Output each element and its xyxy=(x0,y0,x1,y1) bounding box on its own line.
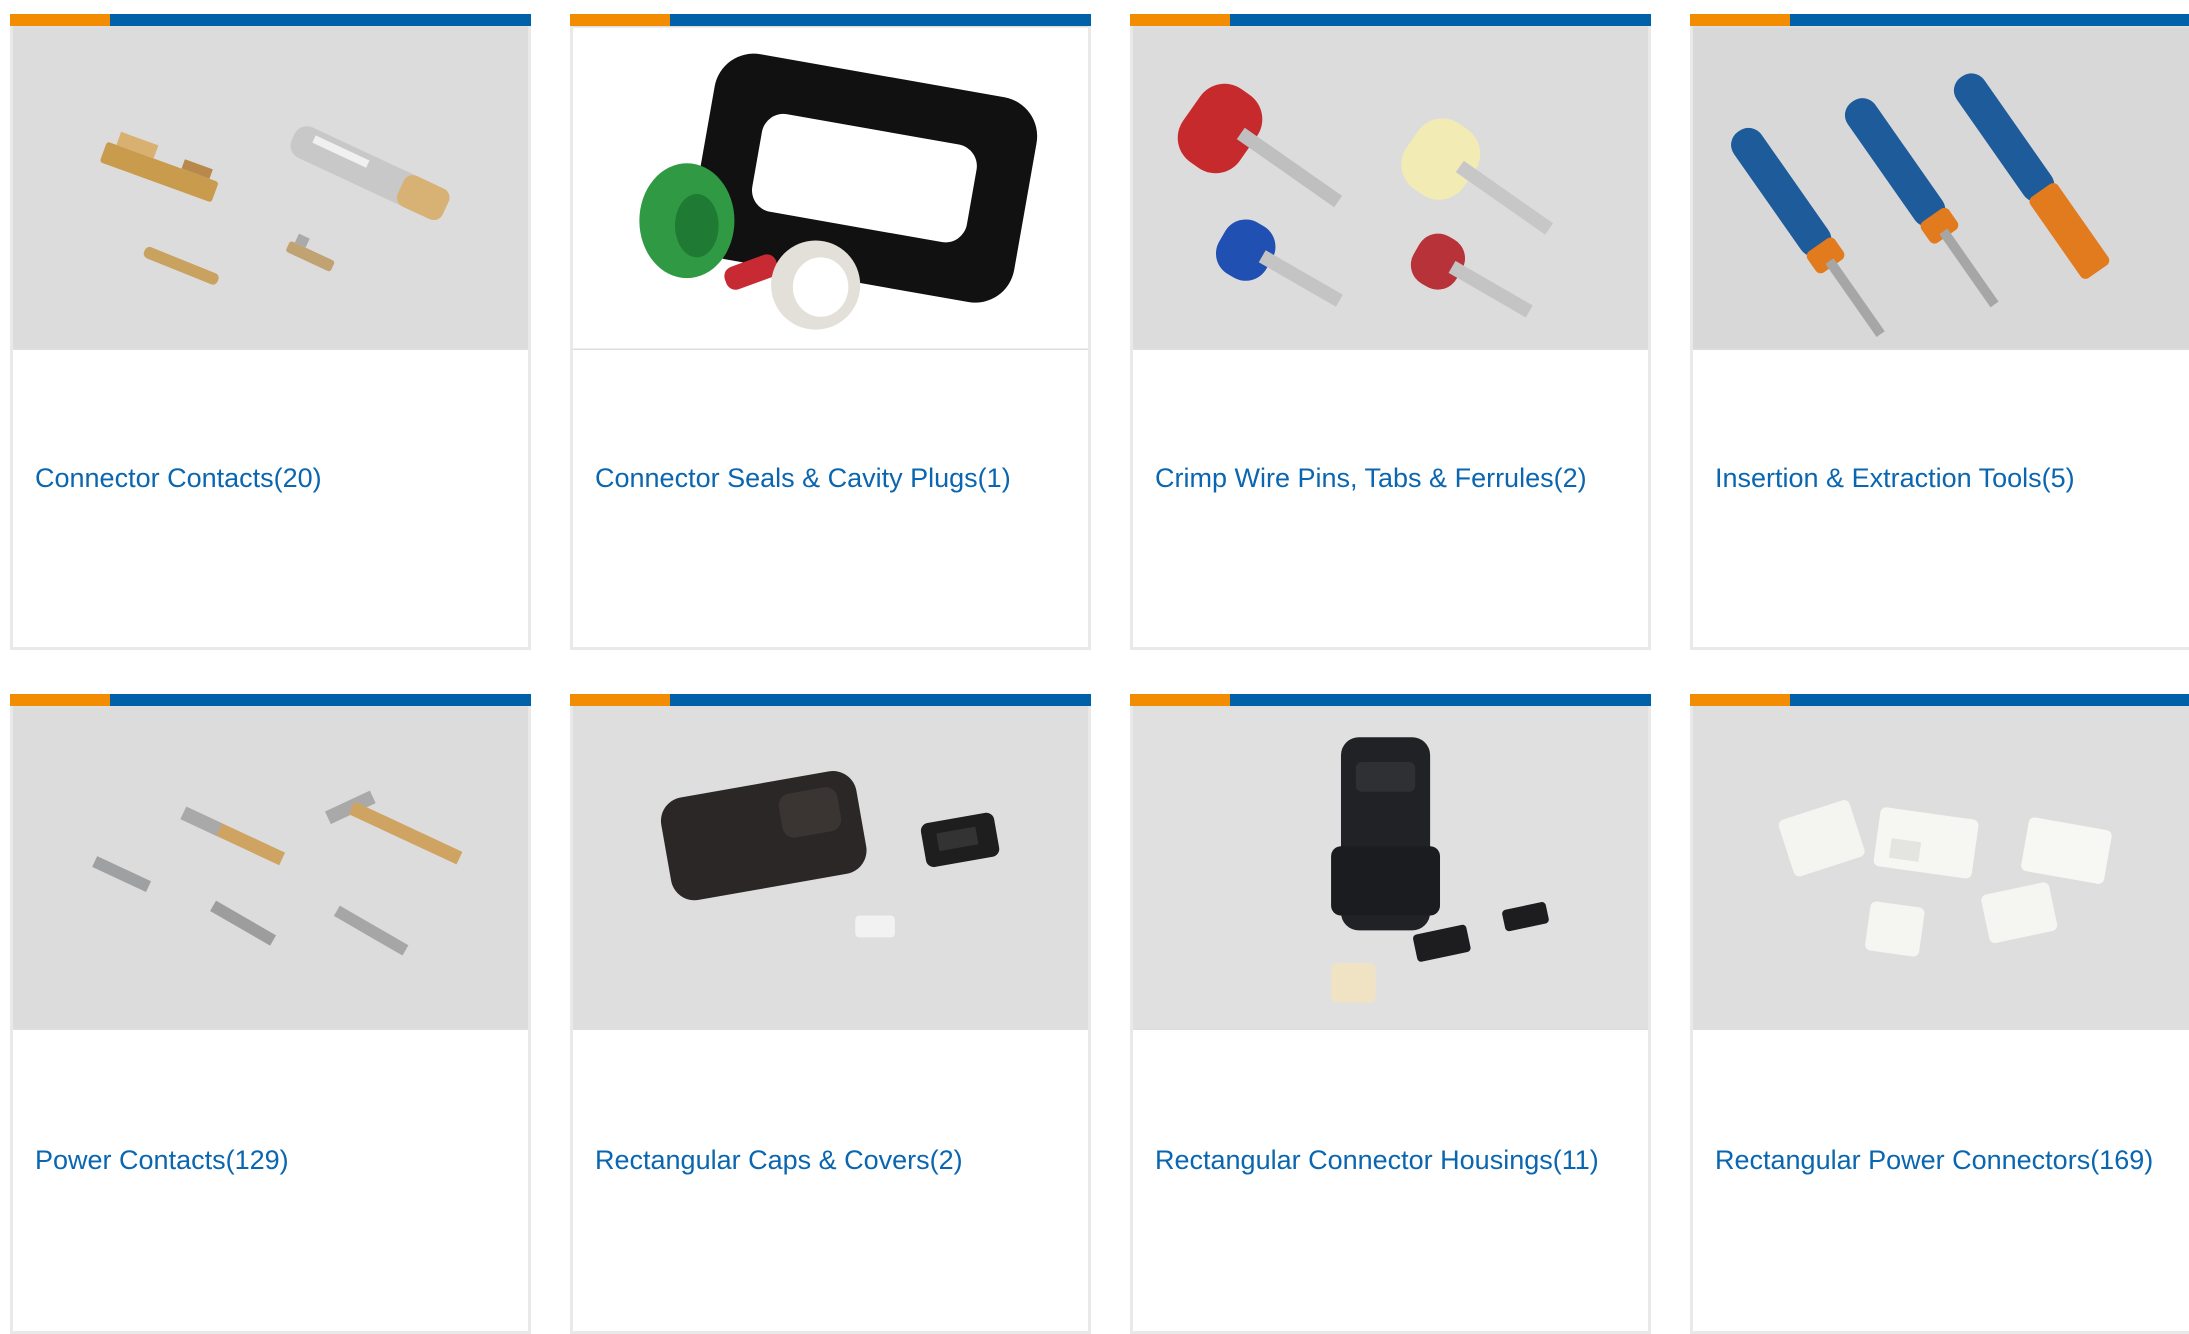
category-card[interactable]: Connector Seals & Cavity Plugs(1) xyxy=(570,14,1091,650)
category-link[interactable]: Rectangular Caps & Covers(2) xyxy=(595,1145,1078,1176)
card-accent-bar xyxy=(10,14,531,26)
rectangular-power-connectors-image[interactable] xyxy=(1693,706,2189,1030)
insertion-extraction-tools-image[interactable] xyxy=(1693,26,2189,350)
category-link[interactable]: Connector Contacts(20) xyxy=(35,463,518,494)
category-card[interactable]: Connector Contacts(20) xyxy=(10,14,531,650)
category-link[interactable]: Crimp Wire Pins, Tabs & Ferrules(2) xyxy=(1155,463,1638,494)
card-accent-bar xyxy=(1690,14,2189,26)
category-grid: Connector Contacts(20) Connector Seals &… xyxy=(0,0,2189,1334)
connector-seals-image[interactable] xyxy=(573,26,1088,350)
category-link[interactable]: Power Contacts(129) xyxy=(35,1145,518,1176)
crimp-wire-pins-image[interactable] xyxy=(1133,26,1648,350)
power-contacts-image[interactable] xyxy=(13,706,528,1030)
card-accent-bar xyxy=(570,694,1091,706)
category-link[interactable]: Insertion & Extraction Tools(5) xyxy=(1715,463,2189,494)
category-link[interactable]: Connector Seals & Cavity Plugs(1) xyxy=(595,463,1078,494)
category-card[interactable]: Crimp Wire Pins, Tabs & Ferrules(2) xyxy=(1130,14,1651,650)
card-accent-bar xyxy=(1690,694,2189,706)
category-card[interactable]: Rectangular Connector Housings(11) xyxy=(1130,694,1651,1334)
category-card[interactable]: Insertion & Extraction Tools(5) xyxy=(1690,14,2189,650)
card-accent-bar xyxy=(570,14,1091,26)
card-accent-bar xyxy=(1130,694,1651,706)
category-card[interactable]: Rectangular Caps & Covers(2) xyxy=(570,694,1091,1334)
card-accent-bar xyxy=(10,694,531,706)
rectangular-caps-image[interactable] xyxy=(573,706,1088,1030)
category-link[interactable]: Rectangular Power Connectors(169) xyxy=(1715,1145,2189,1176)
category-card[interactable]: Power Contacts(129) xyxy=(10,694,531,1334)
card-accent-bar xyxy=(1130,14,1651,26)
category-link[interactable]: Rectangular Connector Housings(11) xyxy=(1155,1145,1638,1176)
connector-contacts-image[interactable] xyxy=(13,26,528,350)
rectangular-housings-image[interactable] xyxy=(1133,706,1648,1030)
category-card[interactable]: Rectangular Power Connectors(169) xyxy=(1690,694,2189,1334)
